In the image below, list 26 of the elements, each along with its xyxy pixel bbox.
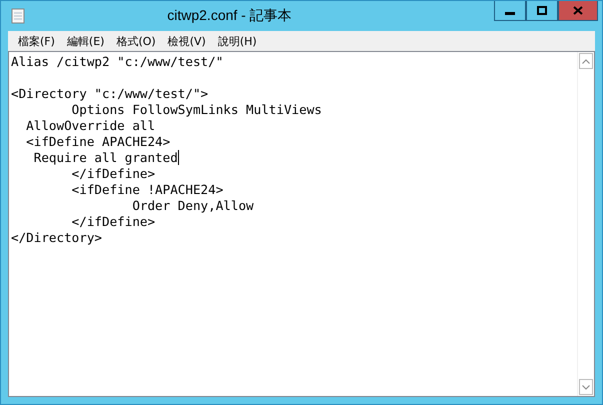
- code-line: <ifDefine !APACHE24>: [70, 182, 224, 198]
- window-title: citwp2.conf - 記事本: [166, 7, 293, 25]
- menu-item[interactable]: 格式(O): [110, 32, 162, 50]
- code-line: Options FollowSymLinks MultiViews: [70, 102, 322, 118]
- scroll-up-icon[interactable]: [579, 53, 593, 69]
- maximize-icon[interactable]: [537, 6, 547, 15]
- code-line: Order Deny,Allow: [131, 198, 254, 214]
- vertical-scrollbar[interactable]: [577, 52, 594, 396]
- code-line: Alias /citwp2 "c:/www/test/": [11, 54, 224, 70]
- code-line: Require all granted: [32, 150, 178, 166]
- menu-item[interactable]: 檔案(F): [12, 32, 61, 50]
- menu-item[interactable]: 檢視(V): [162, 32, 212, 50]
- menu-item[interactable]: 說明(H): [212, 32, 263, 50]
- code-line: </ifDefine>: [70, 166, 156, 182]
- menu-item[interactable]: 編輯(E): [60, 32, 110, 50]
- code-line: AllowOverride all: [25, 118, 156, 134]
- maximize-button[interactable]: [526, 1, 558, 21]
- close-icon[interactable]: [573, 6, 583, 15]
- code-line: <Directory "c:/www/test/">: [11, 86, 208, 102]
- minimize-button[interactable]: [494, 1, 526, 21]
- code-line: </ifDefine>: [70, 214, 156, 230]
- notepad-icon: [11, 8, 25, 24]
- code-line: <ifDefine APACHE24>: [25, 134, 170, 150]
- code-line: </Directory>: [11, 230, 102, 246]
- scroll-down-icon[interactable]: [579, 379, 593, 395]
- close-button[interactable]: [558, 1, 598, 21]
